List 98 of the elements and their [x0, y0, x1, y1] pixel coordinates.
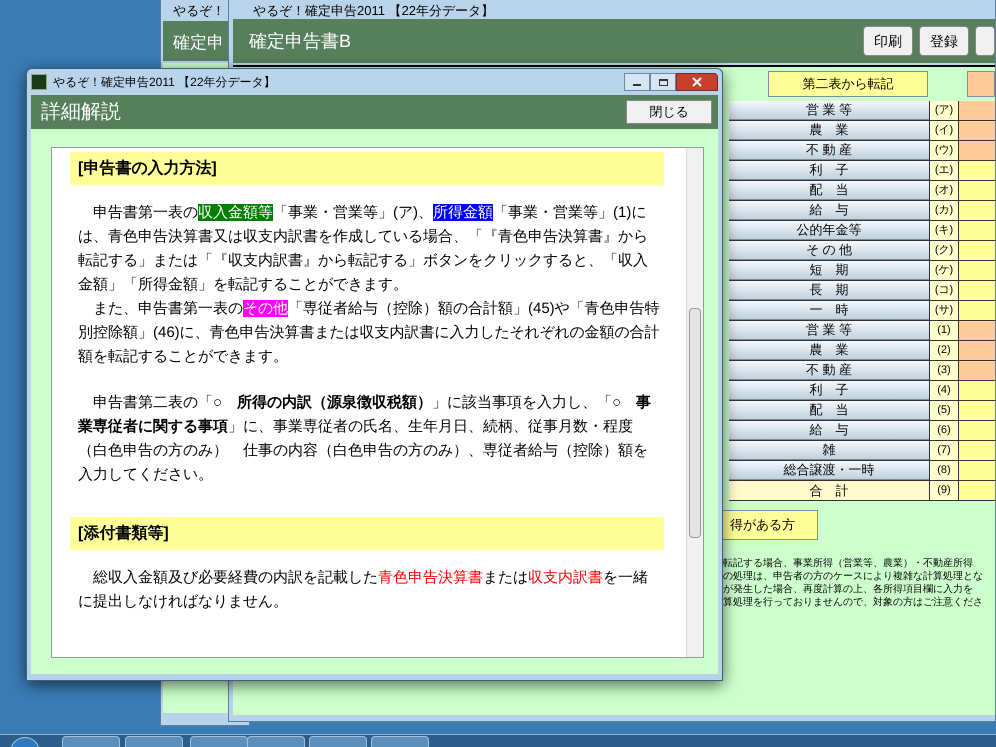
value-cell[interactable] [959, 221, 995, 240]
window-heading: 確定申告書B [249, 30, 352, 52]
window-title: やるぞ！確定申告2011 【22年分データ】 [53, 74, 276, 91]
taskbar-button[interactable] [309, 736, 367, 747]
value-cell[interactable] [959, 441, 995, 460]
row-button[interactable]: 配 当 [729, 401, 929, 420]
paragraph: 申告書第一表の収入金額等「事業・営業等」(ア)、所得金額「事業・営業等」(1)には、青色申告決算書又は収支内訳書を作成している場合、「『青色申告決算書』から転記する」または「『収支内訳書』から転記する」ボタンをクリックすると、「収入金額」「所得金額」を転記することができます。 [77, 203, 649, 295]
value-cell[interactable] [959, 281, 995, 300]
taskbar-button[interactable] [247, 736, 305, 747]
window-heading: 確定申 [173, 32, 224, 54]
code-cell: (サ) [929, 301, 959, 320]
row-button[interactable]: 利 子 [729, 161, 929, 180]
section-heading: [添付書類等] [70, 517, 664, 550]
row-button[interactable]: 総合譲渡・一時 [729, 461, 929, 480]
value-cell[interactable] [959, 481, 995, 500]
taskbar-button[interactable] [125, 736, 183, 747]
row-button[interactable]: 給 与 [729, 421, 929, 440]
value-cell[interactable] [959, 361, 995, 380]
transfer-label: 第二表から転記 [768, 71, 928, 97]
value-cell[interactable] [959, 201, 995, 220]
code-cell: (1) [929, 321, 959, 340]
close-dialog-button[interactable]: 閉じる [626, 100, 712, 124]
toolbar-button[interactable]: 印刷 [863, 26, 913, 56]
row-button[interactable]: そ の 他 [729, 241, 929, 260]
row-button[interactable]: 長 期 [729, 281, 929, 300]
value-cell[interactable] [959, 461, 995, 480]
highlighted-text: 収入金額等 [198, 204, 273, 221]
value-cell[interactable] [959, 101, 995, 120]
row-button[interactable]: 農 業 [729, 121, 929, 140]
row-button[interactable]: 不 動 産 [729, 141, 929, 160]
value-cell[interactable] [959, 381, 995, 400]
row-button[interactable]: 給 与 [729, 201, 929, 220]
code-cell: (オ) [929, 181, 959, 200]
window-title: やるぞ！確定申告2011 【22年分データ】 [253, 2, 494, 20]
value-cell[interactable] [959, 121, 995, 140]
taskbar-button[interactable] [371, 736, 429, 747]
row-button[interactable]: 営 業 等 [729, 321, 929, 340]
highlighted-text: 所得金額 [433, 204, 493, 221]
code-cell: (ア) [929, 101, 959, 120]
value-cell[interactable] [959, 341, 995, 360]
highlighted-text: その他 [243, 300, 288, 317]
code-cell: (5) [929, 401, 959, 420]
code-cell: (2) [929, 341, 959, 360]
code-cell: (カ) [929, 201, 959, 220]
row-button[interactable]: 短 期 [729, 261, 929, 280]
minimize-button[interactable] [624, 73, 650, 91]
row-button[interactable]: 雑 [729, 441, 929, 460]
row-button[interactable]: 不 動 産 [729, 361, 929, 380]
code-cell: (エ) [929, 161, 959, 180]
taskbar-button[interactable] [62, 736, 120, 747]
code-cell: (ク) [929, 241, 959, 260]
value-cell[interactable] [959, 141, 995, 160]
paragraph: また、申告書第一表のその他「専従者給与（控除）額の合計額」(45)や「青色申告特別控除額」(46)に、青色申告決算書または収支内訳書に入力したそれぞれの金額の合計額を転記することができます。 [77, 299, 661, 367]
app-icon [31, 74, 47, 90]
row-button[interactable]: 一 時 [729, 301, 929, 320]
note-text: 転記する場合、事業所得（営業等、農業）・不動産所得 [723, 557, 974, 570]
code-cell: (キ) [929, 221, 959, 240]
row-label: 合 計 [729, 481, 929, 500]
scrollbar[interactable] [686, 148, 703, 657]
row-button[interactable]: 利 子 [729, 381, 929, 400]
toolbar-button[interactable]: 登録 [919, 26, 969, 56]
code-cell: (コ) [929, 281, 959, 300]
paragraph: 申告書第二表の「○ 所得の内訳（源泉徴収税額）」に該当事項を入力し、「○ 事業専従者に関する事項」に、事業専従者の氏名、生年月日、続柄、従事月数・程度（白色申告の方のみ） 仕事の内容（白色申告の方のみ）、専従者給与（控除）額を入力してください。 [77, 393, 652, 485]
scrollbar-thumb[interactable] [689, 308, 701, 538]
window-title: やるぞ！ [173, 2, 225, 20]
value-cell[interactable] [959, 161, 995, 180]
row-button[interactable]: 配 当 [729, 181, 929, 200]
dialog-heading: 詳細解説 [41, 100, 121, 125]
code-cell: (ケ) [929, 261, 959, 280]
code-cell: (7) [929, 441, 959, 460]
taskbar-button[interactable] [190, 736, 248, 747]
code-cell: (6) [929, 421, 959, 440]
note-text: が発生した場合、再度計算の上、各所得項目欄に入力を [723, 583, 974, 596]
code-cell: (イ) [929, 121, 959, 140]
maximize-button[interactable] [650, 73, 676, 91]
section-heading: [申告書の入力方法] [70, 152, 664, 185]
row-button[interactable]: 営 業 等 [729, 101, 929, 120]
row-button[interactable]: 公的年金等 [729, 221, 929, 240]
value-cell[interactable] [959, 301, 995, 320]
value-cell[interactable] [959, 421, 995, 440]
code-cell: (ウ) [929, 141, 959, 160]
value-cell[interactable] [959, 401, 995, 420]
column-header [967, 71, 995, 97]
value-cell[interactable] [959, 241, 995, 260]
note-text: の処理は、申告者の方のケースにより複雑な計算処理とな [723, 570, 983, 583]
code-cell: (8) [929, 461, 959, 480]
value-cell[interactable] [959, 321, 995, 340]
code-cell: (3) [929, 361, 959, 380]
code-cell: (9) [929, 481, 959, 500]
close-icon [692, 77, 702, 87]
code-cell: (4) [929, 381, 959, 400]
value-cell[interactable] [959, 181, 995, 200]
toolbar-button[interactable] [975, 26, 995, 56]
note-text: 算処理を行っておりませんので、対象の方はご注意くださ [723, 596, 983, 609]
paragraph: 総収入金額及び必要経費の内訳を記載した青色申告決算書または収支内訳書を一緒に提出しなければなりません。 [77, 568, 649, 612]
close-button[interactable] [676, 73, 718, 91]
row-button[interactable]: 農 業 [729, 341, 929, 360]
value-cell[interactable] [959, 261, 995, 280]
